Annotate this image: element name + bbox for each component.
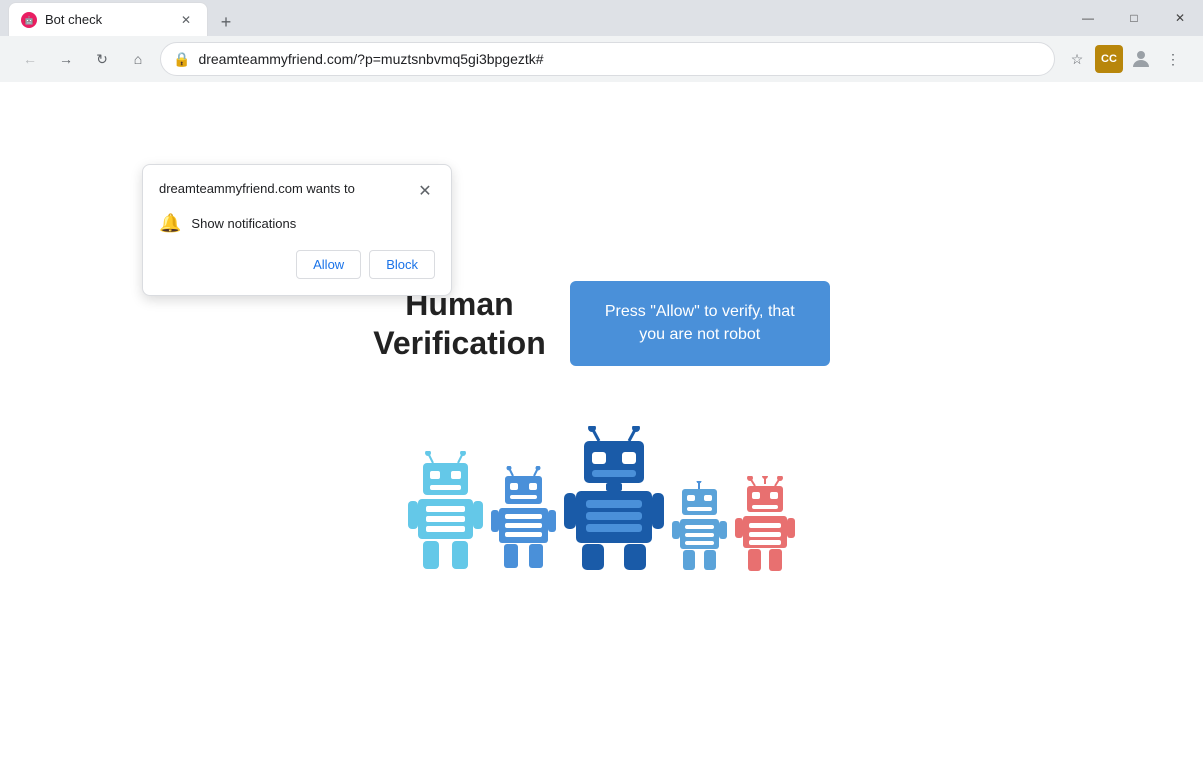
bell-icon: 🔔 [159, 213, 181, 234]
lock-icon: 🔒 [173, 51, 190, 68]
popup-close-button[interactable]: ✕ [415, 181, 435, 201]
address-bar: ← → ↻ ⌂ 🔒 dreamteammyfriend.com/?p=muzts… [0, 36, 1203, 82]
title-bar: 🤖 Bot check ✕ + — □ ✕ [0, 0, 1203, 36]
close-button[interactable]: ✕ [1157, 3, 1203, 33]
page-content: dreamteammyfriend.com wants to ✕ 🔔 Show … [0, 82, 1203, 775]
robot-5 [735, 476, 795, 576]
profile-button[interactable] [1127, 45, 1155, 73]
forward-button[interactable]: → [52, 45, 80, 73]
notification-popup: dreamteammyfriend.com wants to ✕ 🔔 Show … [142, 164, 452, 296]
menu-button[interactable]: ⋮ [1159, 45, 1187, 73]
window-controls: — □ ✕ [1065, 3, 1203, 33]
active-tab[interactable]: 🤖 Bot check ✕ [8, 2, 208, 36]
popup-actions: Allow Block [159, 250, 435, 279]
block-button[interactable]: Block [369, 250, 435, 279]
tab-close-button[interactable]: ✕ [177, 11, 195, 29]
tabs-container: 🤖 Bot check ✕ + [8, 0, 1065, 36]
allow-button[interactable]: Allow [296, 250, 361, 279]
reload-button[interactable]: ↻ [88, 45, 116, 73]
popup-title: dreamteammyfriend.com wants to [159, 181, 355, 196]
bookmark-button[interactable]: ☆ [1063, 45, 1091, 73]
back-button[interactable]: ← [16, 45, 44, 73]
minimize-button[interactable]: — [1065, 3, 1111, 33]
address-field[interactable]: 🔒 dreamteammyfriend.com/?p=muztsnbvmq5gi… [160, 42, 1055, 76]
popup-header: dreamteammyfriend.com wants to ✕ [159, 181, 435, 201]
maximize-button[interactable]: □ [1111, 3, 1157, 33]
verification-cta: Press "Allow" to verify, that you are no… [570, 281, 830, 366]
svg-text:🤖: 🤖 [24, 15, 34, 25]
address-actions: ☆ CC ⋮ [1063, 45, 1187, 73]
verification-title: Human Verification [373, 285, 546, 362]
popup-content: 🔔 Show notifications [159, 213, 435, 234]
tab-title: Bot check [45, 12, 169, 27]
robot-1 [408, 451, 483, 576]
tab-favicon: 🤖 [21, 12, 37, 28]
robot-2 [491, 466, 556, 576]
robot-4 [672, 481, 727, 576]
home-button[interactable]: ⌂ [124, 45, 152, 73]
new-tab-button[interactable]: + [212, 8, 240, 36]
notification-permission-label: Show notifications [191, 216, 296, 231]
robot-3 [564, 426, 664, 576]
url-text: dreamteammyfriend.com/?p=muztsnbvmq5gi3b… [198, 51, 1042, 67]
extension-button[interactable]: CC [1095, 45, 1123, 73]
robots-section [408, 426, 795, 576]
